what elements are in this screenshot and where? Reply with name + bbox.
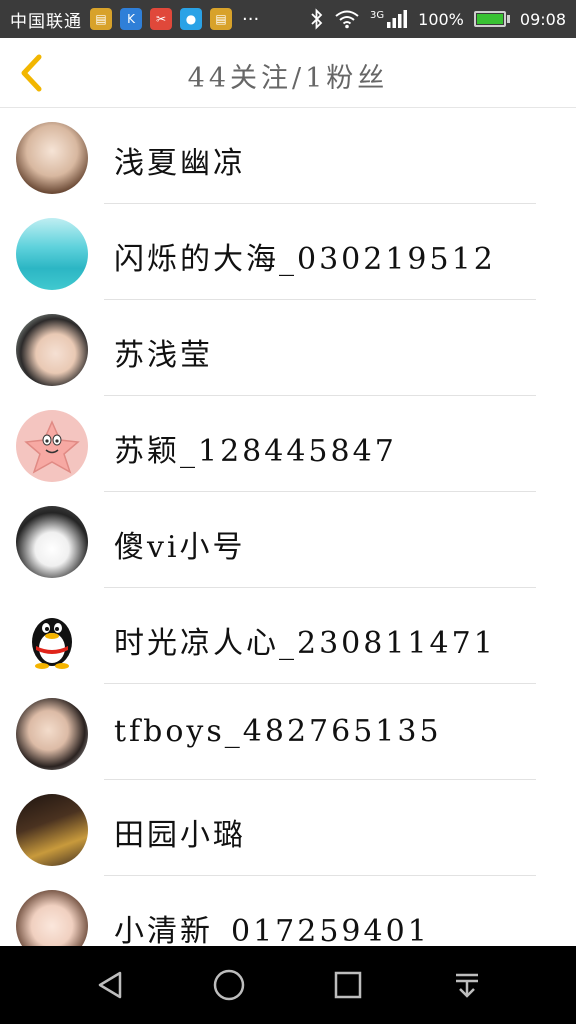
battery-percent: 100% bbox=[418, 9, 464, 29]
nav-recents-button[interactable] bbox=[318, 955, 378, 1015]
contact-list[interactable]: 浅夏幽凉 闪烁的大海_030219512 苏浅莹 苏颖_128445847 傻v… bbox=[0, 108, 576, 946]
app-notification-icon: ▤ bbox=[210, 8, 232, 30]
avatar bbox=[16, 218, 88, 290]
qq-penguin-icon bbox=[32, 618, 72, 669]
nav-home-button[interactable] bbox=[199, 955, 259, 1015]
list-item[interactable]: 田园小璐 bbox=[0, 780, 576, 876]
avatar bbox=[16, 794, 88, 866]
contact-name: 田园小璐 bbox=[114, 818, 246, 853]
contact-name: 时光凉人心_230811471 bbox=[114, 626, 496, 661]
app-notification-icon: K bbox=[120, 8, 142, 30]
avatar bbox=[16, 410, 88, 482]
list-item[interactable]: 苏颖_128445847 bbox=[0, 396, 576, 492]
avatar bbox=[16, 602, 88, 674]
avatar bbox=[16, 890, 88, 946]
wifi-icon bbox=[335, 10, 359, 29]
status-bar: 中国联通 ▤ K ✂ ● ▤ ··· 3G 100% 09:08 bbox=[0, 0, 576, 38]
list-item[interactable]: 时光凉人心_230811471 bbox=[0, 588, 576, 684]
contact-name: 浅夏幽凉 bbox=[114, 146, 246, 181]
list-item[interactable]: 闪烁的大海_030219512 bbox=[0, 204, 576, 300]
signal-indicator: 3G bbox=[370, 10, 408, 28]
page-title: 44关注/1粉丝 bbox=[187, 63, 389, 94]
app-notification-icon: ▤ bbox=[90, 8, 112, 30]
avatar bbox=[16, 122, 88, 194]
list-item[interactable]: 傻vi小号 bbox=[0, 492, 576, 588]
contact-name: tfboys_482765135 bbox=[114, 714, 442, 749]
avatar bbox=[16, 698, 88, 770]
avatar bbox=[16, 314, 88, 386]
contact-name: 苏颖_128445847 bbox=[114, 434, 397, 469]
list-item[interactable]: tfboys_482765135 bbox=[0, 684, 576, 780]
battery-icon bbox=[473, 11, 510, 27]
avatar bbox=[16, 506, 88, 578]
cell-signal-icon bbox=[387, 10, 408, 28]
nav-notification-button[interactable] bbox=[437, 955, 497, 1015]
contact-name: 闪烁的大海_030219512 bbox=[114, 242, 496, 277]
carrier-label: 中国联通 bbox=[10, 11, 82, 32]
app-notification-icon: ✂ bbox=[150, 8, 172, 30]
contact-name: 苏浅莹 bbox=[114, 338, 213, 373]
pull-down-icon bbox=[455, 973, 478, 998]
more-notifications-label: ··· bbox=[242, 8, 260, 30]
chat-notification-icon: ● bbox=[180, 8, 202, 30]
list-item[interactable]: 小清新_017259401 bbox=[0, 876, 576, 946]
triangle-back-icon bbox=[98, 971, 121, 999]
header: 44关注/1粉丝 bbox=[0, 38, 576, 108]
circle-home-icon bbox=[213, 969, 244, 1001]
contact-name: 小清新_017259401 bbox=[114, 914, 430, 946]
nav-back-button[interactable] bbox=[80, 955, 140, 1015]
network-type-label: 3G bbox=[370, 10, 385, 21]
list-item[interactable]: 浅夏幽凉 bbox=[0, 108, 576, 204]
contact-name: 傻vi小号 bbox=[114, 530, 246, 565]
bluetooth-icon bbox=[311, 8, 323, 30]
navigation-bar bbox=[0, 946, 576, 1024]
list-item[interactable]: 苏浅莹 bbox=[0, 300, 576, 396]
battery-fill bbox=[476, 14, 503, 24]
patrick-star-avatar-icon bbox=[24, 420, 80, 474]
clock: 09:08 bbox=[519, 9, 566, 29]
square-recents-icon bbox=[334, 971, 361, 999]
